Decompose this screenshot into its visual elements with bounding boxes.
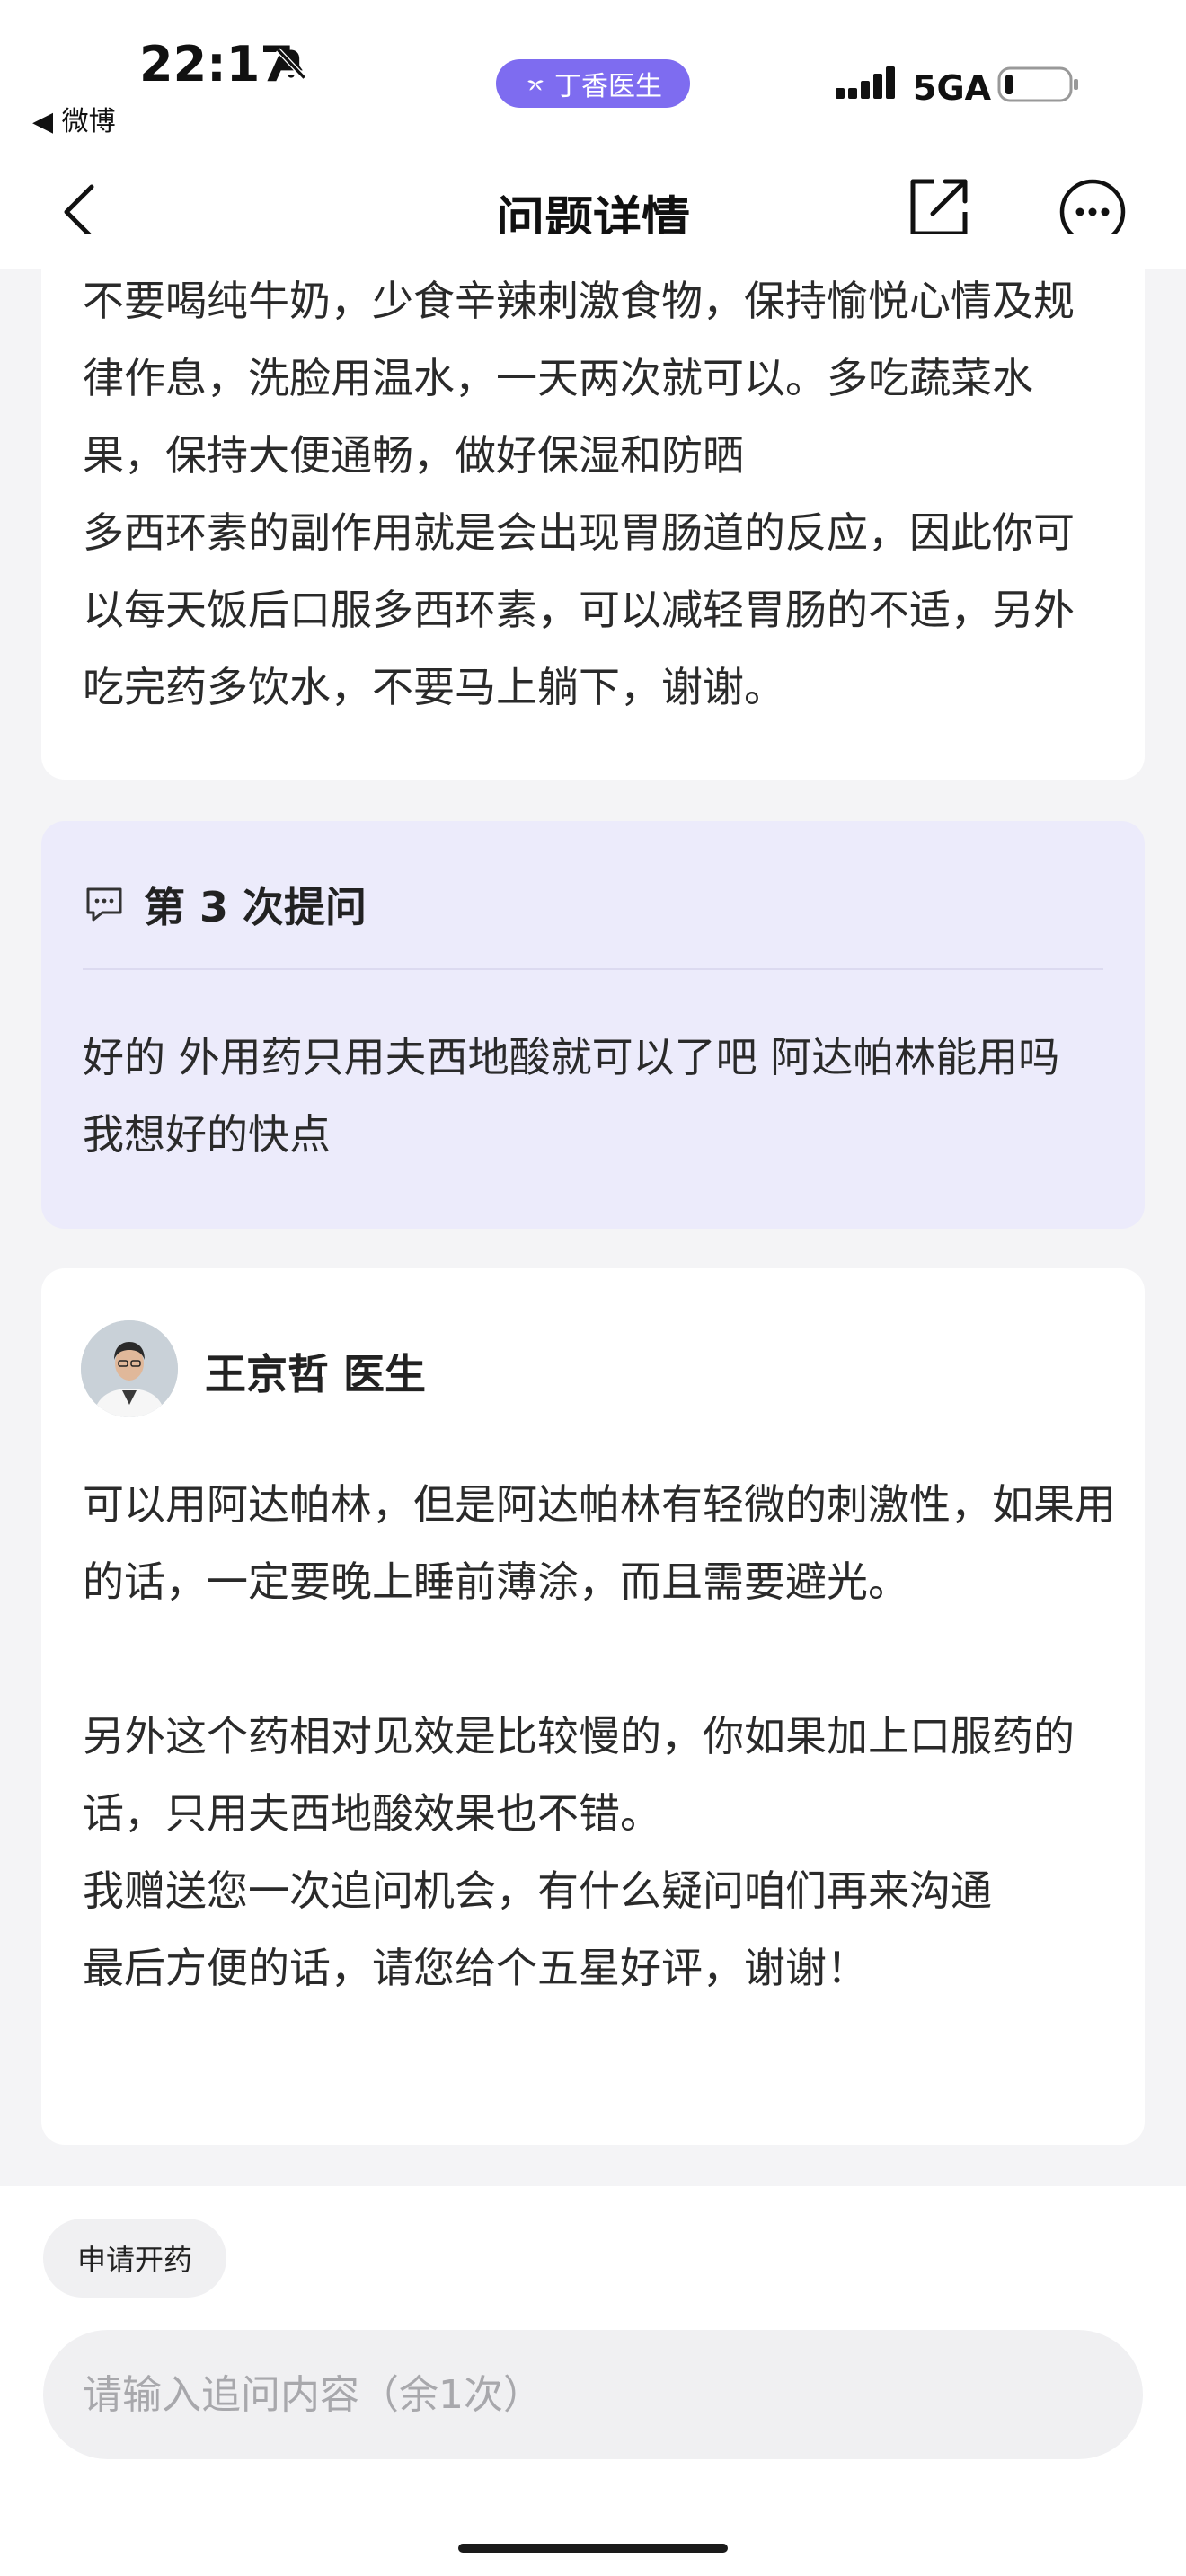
chat-bubble-icon xyxy=(86,887,122,922)
reply-paragraph: 我赠送您一次追问机会，有什么疑问咱们再来沟通 xyxy=(83,1866,992,1915)
previous-answer-text: 不要喝纯牛奶，少食辛辣刺激食物，保持愉悦心情及规律作息，洗脸用温水，一天两次就可… xyxy=(83,262,1107,726)
question-text: 好的 外用药只用夫西地酸就可以了吧 阿达帕林能用吗 我想好的快点 xyxy=(83,1033,1060,1159)
home-indicator[interactable] xyxy=(458,2544,728,2553)
reply-paragraph: 另外这个药相对见效是比较慢的，你如果加上口服药的话，只用夫西地酸效果也不错。 xyxy=(83,1712,1075,1838)
status-bar: 22:17 ◀ 微博 丁香医生 5GA xyxy=(0,0,1186,144)
follow-up-input[interactable] xyxy=(43,2330,1143,2459)
doctor-reply-text: 可以用阿达帕林，但是阿达帕林有轻微的刺激性，如果用的话，一定要晚上睡前薄涂，而且… xyxy=(83,1466,1116,2007)
answer-paragraph: 多西环素的副作用就是会出现胃肠道的反应，因此你可以每天饭后口服多西环素，可以减轻… xyxy=(83,508,1075,711)
cellular-signal-icon xyxy=(836,66,895,99)
bottom-bar: 申请开药 xyxy=(0,2186,1186,2576)
bell-muted-icon xyxy=(276,48,306,80)
app-badge: 丁香医生 xyxy=(496,59,690,108)
clove-flower-icon xyxy=(527,80,544,91)
question-card: 第 3 次提问 好的 外用药只用夫西地酸就可以了吧 阿达帕林能用吗 我想好的快点 xyxy=(41,821,1145,1229)
request-prescription-button[interactable]: 申请开药 xyxy=(43,2219,226,2298)
network-type: 5GA xyxy=(913,68,992,108)
doctor-avatar[interactable] xyxy=(81,1320,178,1417)
doctor-reply-card: 王京哲 医生 可以用阿达帕林，但是阿达帕林有轻微的刺激性，如果用的话，一定要晚上… xyxy=(41,1268,1145,2145)
back-to-app-link[interactable]: ◀ 微博 xyxy=(32,99,116,138)
divider xyxy=(83,968,1103,970)
doctor-portrait-icon xyxy=(81,1320,178,1417)
reply-paragraph: 可以用阿达帕林，但是阿达帕林有轻微的刺激性，如果用的话，一定要晚上睡前薄涂，而且… xyxy=(83,1480,1116,1606)
doctor-name: 王京哲 医生 xyxy=(205,1350,427,1398)
answer-paragraph: 不要喝纯牛奶，少食辛辣刺激食物，保持愉悦心情及规律作息，洗脸用温水，一天两次就可… xyxy=(83,277,1075,480)
app-badge-label: 丁香医生 xyxy=(554,71,662,102)
previous-answer-card: 不要喝纯牛奶，少食辛辣刺激食物，保持愉悦心情及规律作息，洗脸用温水，一天两次就可… xyxy=(41,234,1145,780)
question-title: 第 3 次提问 xyxy=(144,883,367,931)
reply-paragraph: 最后方便的话，请您给个五星好评，谢谢！ xyxy=(83,1944,868,1992)
battery-icon xyxy=(997,66,1078,102)
